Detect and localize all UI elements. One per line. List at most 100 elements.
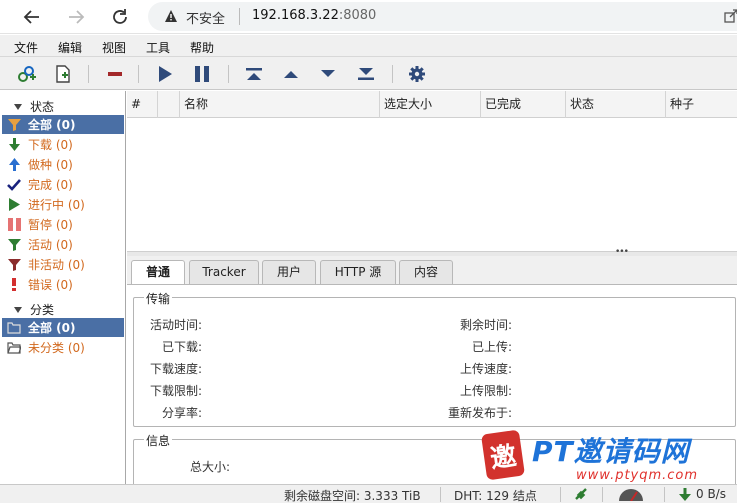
tab-content[interactable]: 内容 bbox=[399, 260, 453, 284]
forward-button[interactable] bbox=[63, 4, 89, 30]
toolbar-separator bbox=[88, 65, 89, 83]
download-speed: 0 B/s bbox=[696, 487, 726, 501]
play-icon bbox=[6, 198, 22, 212]
field-uploaded: 已上传: bbox=[471, 340, 512, 354]
browser-toolbar: 不安全 192.168.3.22:8080 bbox=[0, 0, 737, 34]
column-done[interactable]: 已完成 bbox=[481, 91, 566, 118]
add-torrent-file-button[interactable] bbox=[52, 63, 74, 85]
delete-button[interactable] bbox=[104, 63, 126, 85]
column-seeds[interactable]: 种子 bbox=[666, 91, 737, 118]
status-filter-completed[interactable]: 完成 (0) bbox=[6, 175, 124, 194]
status-filter-paused[interactable]: 暂停 (0) bbox=[6, 215, 124, 234]
move-up-icon bbox=[284, 71, 298, 78]
field-reannounce-in: 重新发布于: bbox=[447, 406, 512, 420]
delete-icon bbox=[108, 72, 122, 76]
speed-limit-icon[interactable] bbox=[618, 488, 644, 501]
toolbar-separator bbox=[138, 65, 139, 83]
tab-http-sources[interactable]: HTTP 源 bbox=[320, 260, 396, 284]
insecure-label: 不安全 bbox=[186, 12, 226, 27]
checkmark-icon bbox=[6, 178, 22, 192]
transfer-legend: 传输 bbox=[144, 290, 173, 307]
toolbar-separator bbox=[392, 65, 393, 83]
dht-nodes: DHT: 129 结点 bbox=[454, 489, 537, 503]
filter-red-icon bbox=[6, 258, 22, 272]
tab-peers[interactable]: 用户 bbox=[262, 260, 316, 284]
download-arrow-icon bbox=[6, 138, 22, 152]
watermark-title: PT邀请码网 bbox=[532, 435, 690, 468]
status-filter-seeding[interactable]: 做种 (0) bbox=[6, 155, 124, 174]
collapse-triangle-icon bbox=[14, 307, 22, 313]
reload-button[interactable] bbox=[107, 4, 133, 30]
field-time-active: 活动时间: bbox=[149, 318, 202, 332]
info-legend: 信息 bbox=[144, 432, 173, 449]
field-upload-limit: 上传限制: bbox=[459, 384, 512, 398]
status-separator bbox=[602, 487, 603, 502]
status-separator bbox=[440, 487, 441, 502]
free-disk-space: 剩余磁盘空间: 3.333 TiB bbox=[284, 489, 421, 503]
field-total-size: 总大小: bbox=[189, 460, 230, 474]
move-up-button[interactable] bbox=[280, 63, 302, 85]
menu-tools[interactable]: 工具 bbox=[146, 39, 170, 56]
status-separator bbox=[560, 487, 561, 502]
move-down-button[interactable] bbox=[317, 63, 339, 85]
resume-icon bbox=[159, 66, 172, 82]
category-section-header[interactable]: 分类 bbox=[14, 301, 54, 318]
toolbar-separator bbox=[228, 65, 229, 83]
category-filter-all[interactable]: 全部 (0) bbox=[2, 318, 124, 337]
menu-edit[interactable]: 编辑 bbox=[58, 39, 82, 56]
address-bar[interactable]: 不安全 192.168.3.22:8080 bbox=[148, 2, 737, 31]
field-downloaded: 已下载: bbox=[161, 340, 202, 354]
warning-triangle-icon[interactable] bbox=[164, 9, 178, 23]
move-top-button[interactable] bbox=[243, 63, 265, 85]
field-download-limit: 下载限制: bbox=[149, 384, 202, 398]
pause-bars-icon bbox=[6, 218, 22, 232]
filter-green-icon bbox=[6, 238, 22, 252]
column-selected-size[interactable]: 选定大小 bbox=[380, 91, 481, 118]
field-upload-speed: 上传速度: bbox=[459, 362, 512, 376]
column-name[interactable]: 名称 bbox=[180, 91, 380, 118]
options-button[interactable] bbox=[406, 63, 428, 85]
status-filter-active[interactable]: 活动 (0) bbox=[6, 235, 124, 254]
watermark-url: www.ptyqm.com bbox=[576, 468, 699, 483]
status-filter-all[interactable]: 全部 (0) bbox=[2, 115, 124, 134]
status-filter-running[interactable]: 进行中 (0) bbox=[6, 195, 124, 214]
column-index[interactable]: # bbox=[127, 91, 158, 118]
move-down-icon bbox=[321, 70, 335, 77]
status-filter-errored[interactable]: 错误 (0) bbox=[6, 275, 124, 294]
status-filter-downloading[interactable]: 下载 (0) bbox=[6, 135, 124, 154]
tab-general[interactable]: 普通 bbox=[131, 260, 185, 285]
options-gear-icon bbox=[409, 66, 425, 82]
pause-icon bbox=[195, 66, 209, 82]
column-status[interactable]: 状态 bbox=[566, 91, 666, 118]
collapse-triangle-icon bbox=[14, 104, 22, 110]
torrent-list[interactable]: # 名称 选定大小 已完成 状态 种子 bbox=[127, 91, 737, 251]
toolbar bbox=[0, 57, 737, 90]
back-button[interactable] bbox=[19, 4, 45, 30]
menu-view[interactable]: 视图 bbox=[102, 39, 126, 56]
column-priority[interactable] bbox=[158, 91, 180, 118]
folder-open-icon bbox=[6, 321, 22, 335]
connection-status-icon[interactable] bbox=[573, 487, 589, 502]
status-filter-inactive[interactable]: 非活动 (0) bbox=[6, 255, 124, 274]
status-section-header[interactable]: 状态 bbox=[14, 98, 54, 115]
pause-button[interactable] bbox=[191, 63, 213, 85]
category-filter-uncategorized[interactable]: 未分类 (0) bbox=[6, 338, 124, 357]
field-download-speed: 下载速度: bbox=[149, 362, 202, 376]
forward-arrow-icon bbox=[69, 10, 85, 24]
url-text[interactable]: 192.168.3.22:8080 bbox=[252, 8, 376, 23]
address-separator bbox=[239, 8, 240, 25]
menu-bar: 文件 编辑 视图 工具 帮助 bbox=[0, 35, 737, 57]
status-bar: 剩余磁盘空间: 3.333 TiB DHT: 129 结点 0 B/s bbox=[0, 484, 737, 503]
menu-file[interactable]: 文件 bbox=[14, 39, 38, 56]
field-eta: 剩余时间: bbox=[459, 318, 512, 332]
share-icon[interactable] bbox=[724, 9, 737, 23]
tab-tracker[interactable]: Tracker bbox=[189, 260, 259, 284]
menu-help[interactable]: 帮助 bbox=[190, 39, 214, 56]
error-exclamation-icon bbox=[6, 278, 22, 292]
upload-arrow-icon bbox=[6, 158, 22, 172]
filter-icon bbox=[6, 118, 22, 132]
sidebar: 状态 全部 (0) 下载 (0) 做种 (0) 完成 (0) 进行中 (0) 暂… bbox=[0, 91, 126, 484]
resume-button[interactable] bbox=[154, 63, 176, 85]
add-torrent-link-button[interactable] bbox=[15, 63, 37, 85]
move-bottom-button[interactable] bbox=[355, 63, 377, 85]
